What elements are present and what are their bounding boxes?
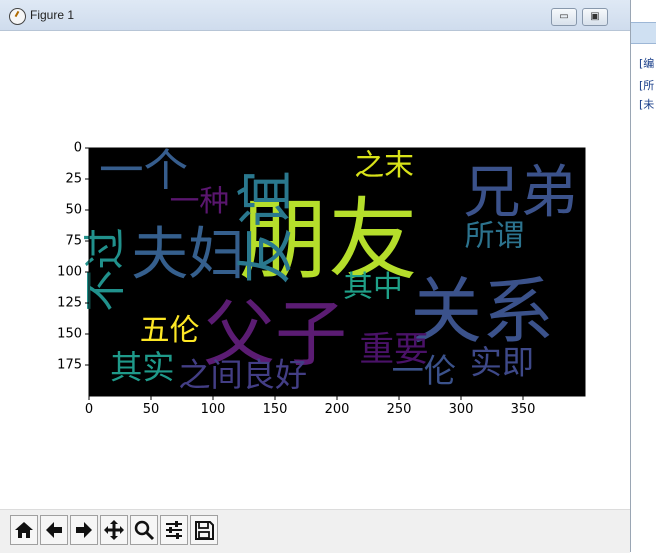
background-list-item[interactable]: [编	[639, 55, 654, 71]
figure-canvas[interactable]: 朋友 父子 关系 兄弟 夫妇 友谊 一个 不过 一种 之末 所谓 其中 五伦 重要 其实 之间良好 一伦 实即 0 5…	[0, 31, 630, 509]
y-tick-label: 125	[57, 296, 82, 311]
sliders-icon	[166, 521, 182, 539]
word-label: 友谊	[233, 170, 299, 284]
word-label: 一伦	[392, 352, 456, 390]
y-tick-label: 175	[57, 358, 82, 373]
zoom-button[interactable]	[130, 515, 158, 545]
x-tick-label: 200	[325, 402, 350, 417]
x-tick-label: 50	[143, 402, 160, 417]
word-label: 夫妇	[131, 222, 245, 288]
word-label: 关系	[410, 270, 554, 354]
word-label: 实即	[470, 344, 534, 382]
y-tick-label: 150	[57, 327, 82, 342]
word-label: 之间良好	[178, 356, 307, 394]
arrow-left-icon	[46, 522, 62, 538]
word-label: 五伦	[140, 313, 200, 348]
pan-button[interactable]	[100, 515, 128, 545]
word-label: 其中	[343, 269, 403, 304]
save-icon	[195, 521, 214, 540]
word-label: 所谓	[465, 219, 525, 254]
x-tick-label: 250	[387, 402, 412, 417]
x-tick-label: 350	[511, 402, 536, 417]
save-button[interactable]	[190, 515, 218, 545]
back-button[interactable]	[40, 515, 68, 545]
y-tick-label: 50	[65, 203, 82, 218]
background-list-item[interactable]: [所	[639, 77, 654, 93]
navigation-toolbar	[0, 509, 630, 553]
x-tick-label: 0	[85, 402, 93, 417]
word-label: 一种	[170, 184, 230, 219]
background-window-header	[631, 22, 656, 44]
zoom-icon	[134, 520, 155, 541]
home-icon	[15, 522, 33, 538]
wordcloud-plot: 朋友父子 关系兄弟夫妇友谊一个不过一种之末所谓其中五伦 重要其实 之间良好 一伦 实即0 5…	[57, 141, 586, 417]
y-tick-label: 75	[65, 234, 82, 249]
word-label: 兄弟	[464, 160, 578, 226]
minimize-button[interactable]: ▭	[551, 8, 577, 26]
word-label: 之末	[354, 148, 414, 183]
background-window-panel: [编 [所 [未	[631, 0, 656, 552]
x-tick-label: 300	[449, 402, 474, 417]
matplotlib-app-icon	[9, 8, 26, 25]
minimize-icon: ▭	[559, 11, 569, 22]
forward-button[interactable]	[70, 515, 98, 545]
y-tick-label: 0	[74, 141, 82, 156]
title-bar[interactable]: Figure 1 ▭ ▣	[0, 0, 630, 31]
word-label: 其实	[110, 348, 174, 386]
background-list-item[interactable]: [未	[639, 96, 654, 112]
word-label: 不过	[81, 227, 130, 311]
y-tick-label: 100	[57, 265, 82, 280]
home-button[interactable]	[10, 515, 38, 545]
maximize-icon: ▣	[590, 11, 600, 22]
maximize-button[interactable]: ▣	[582, 8, 608, 26]
y-tick-label: 25	[65, 172, 82, 187]
move-icon	[104, 520, 124, 540]
configure-subplots-button[interactable]	[160, 515, 188, 545]
arrow-right-icon	[76, 522, 92, 538]
x-tick-label: 150	[263, 402, 288, 417]
window-title: Figure 1	[30, 8, 75, 22]
x-tick-label: 100	[201, 402, 226, 417]
figure-window: Figure 1 ▭ ▣ 朋友 父子 关系 兄弟 夫妇 友谊 一个 不过 一种 之末 所谓 其中 五伦重…	[0, 0, 631, 553]
